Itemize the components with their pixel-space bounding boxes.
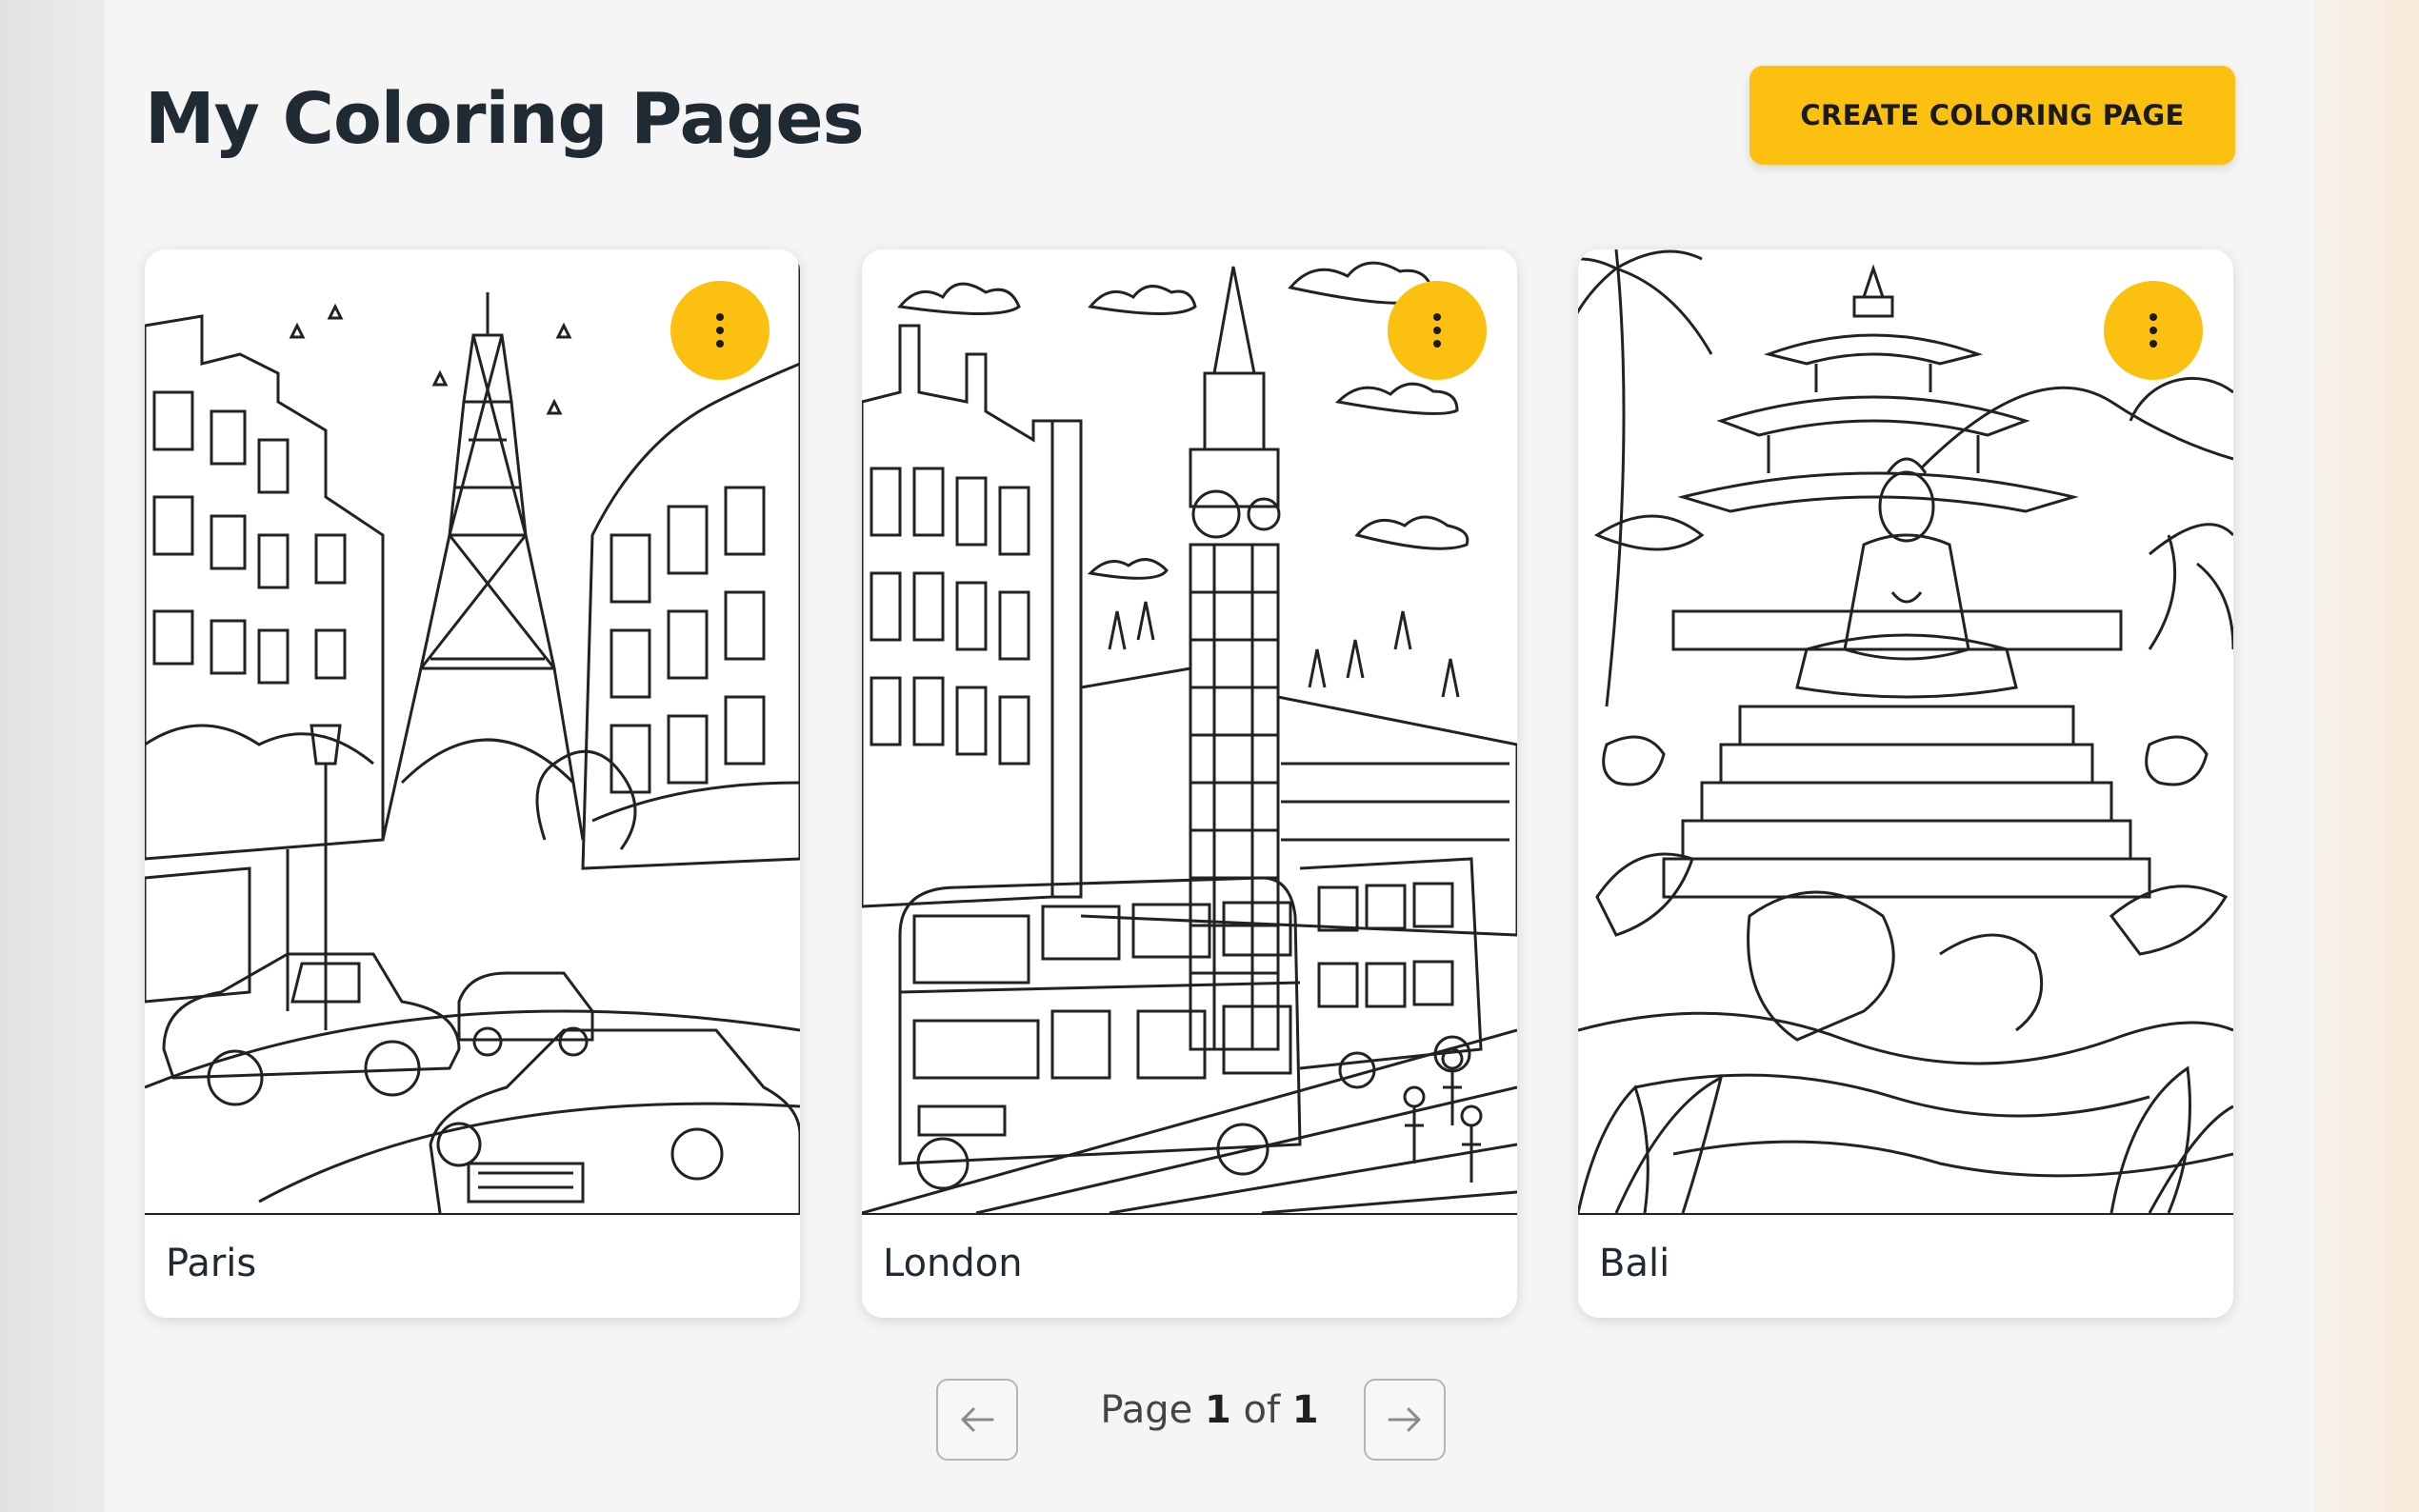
coloring-page-thumbnail-london[interactable]	[862, 249, 1517, 1215]
coloring-page-card-bali[interactable]: Bali	[1578, 249, 2233, 1318]
london-line-art	[862, 261, 1517, 1213]
coloring-page-thumbnail-paris[interactable]	[145, 249, 800, 1215]
coloring-page-thumbnail-bali[interactable]	[1578, 249, 2233, 1215]
card-title: Bali	[1599, 1242, 1670, 1285]
coloring-page-card-paris[interactable]: Paris	[145, 249, 800, 1318]
current-page: 1	[1204, 1388, 1231, 1432]
page-title: My Coloring Pages	[145, 78, 865, 160]
more-vertical-icon	[2149, 313, 2157, 321]
page-indicator: Page 1 of 1	[1019, 1388, 1400, 1432]
card-title: Paris	[166, 1242, 257, 1285]
previous-page-button[interactable]	[936, 1379, 1018, 1461]
page-separator: of	[1243, 1388, 1281, 1432]
card-menu-button-bali[interactable]	[2104, 281, 2203, 380]
arrow-right-icon	[1388, 1407, 1421, 1432]
more-vertical-icon-dot	[716, 340, 724, 348]
arrow-left-icon	[961, 1407, 994, 1432]
left-backdrop	[0, 0, 105, 1512]
main-content: My Coloring Pages CREATE COLORING PAGE P…	[105, 0, 2314, 1512]
bali-line-art	[1578, 249, 2233, 1213]
pagination: Page 1 of 1	[105, 1379, 2314, 1461]
more-vertical-icon-dot	[2149, 340, 2157, 348]
next-page-button[interactable]	[1364, 1379, 1446, 1461]
card-menu-button-london[interactable]	[1388, 281, 1487, 380]
more-vertical-icon	[716, 313, 724, 321]
create-coloring-page-button[interactable]: CREATE COLORING PAGE	[1749, 66, 2235, 165]
card-title: London	[883, 1242, 1023, 1285]
total-pages: 1	[1291, 1388, 1319, 1432]
card-menu-button-paris[interactable]	[670, 281, 770, 380]
more-vertical-icon-dot	[1433, 327, 1441, 334]
more-vertical-icon-dot	[2149, 327, 2157, 334]
more-vertical-icon-dot	[716, 327, 724, 334]
more-vertical-icon-dot	[1433, 340, 1441, 348]
right-backdrop	[2314, 0, 2419, 1512]
more-vertical-icon	[1433, 313, 1441, 321]
page-prefix: Page	[1100, 1388, 1193, 1432]
paris-line-art	[145, 249, 800, 1213]
coloring-page-card-london[interactable]: London	[862, 249, 1517, 1318]
